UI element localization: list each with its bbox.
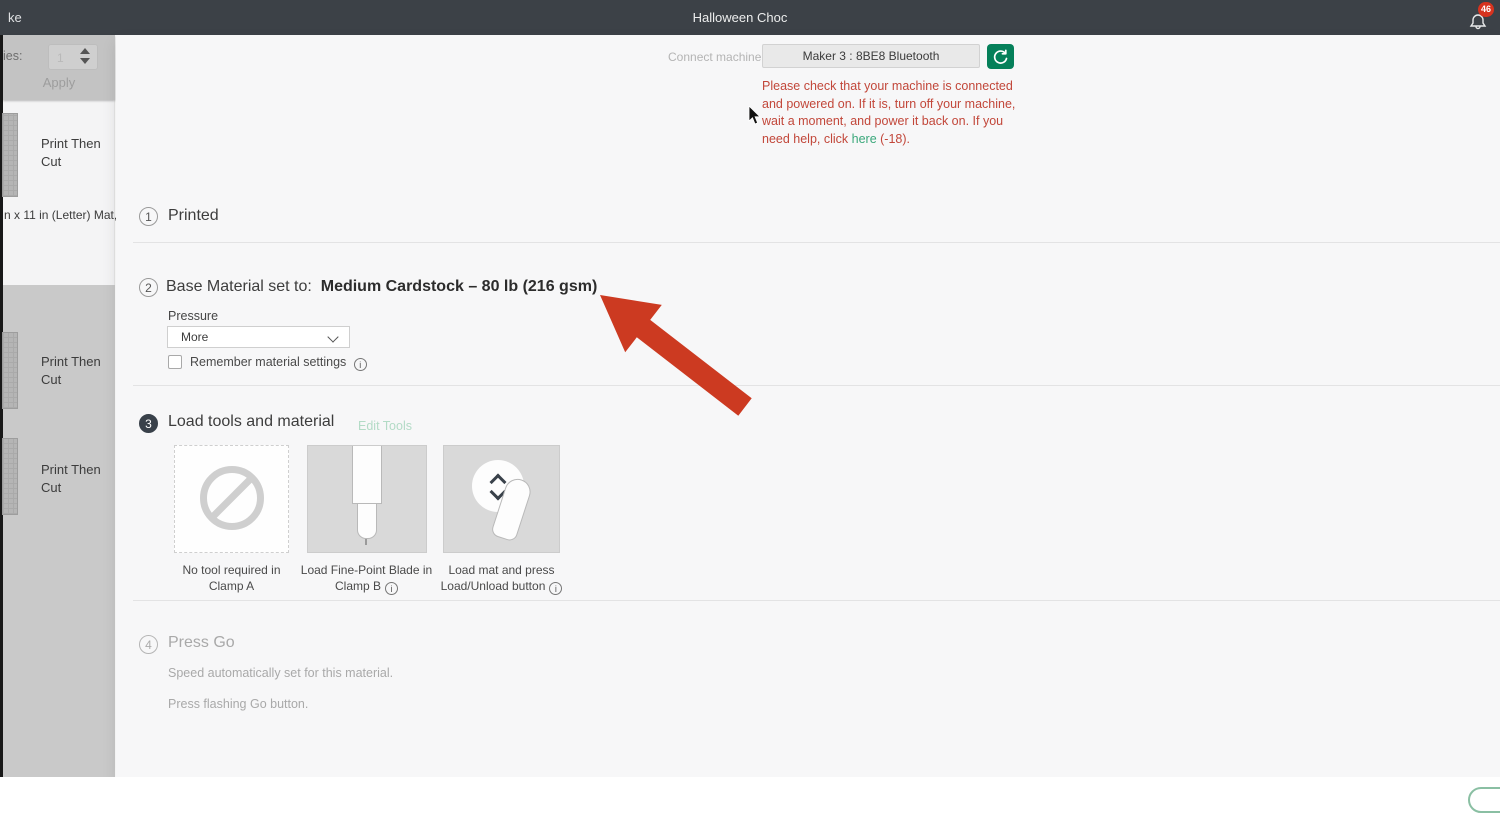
make-panel: Connect machine Maker 3 : 8BE8 Bluetooth…	[116, 35, 1500, 777]
project-sidebar: ies: 1 Apply Print Then Cut n x 11 in (L…	[2, 35, 118, 777]
edit-tools-link[interactable]: Edit Tools	[358, 419, 412, 433]
load-button-tile	[443, 445, 560, 553]
refresh-connection-button[interactable]	[987, 44, 1014, 69]
machine-select-button[interactable]: Maker 3 : 8BE8 Bluetooth	[762, 44, 980, 68]
step1-title: Printed	[168, 207, 219, 224]
section-divider	[133, 600, 1500, 601]
refresh-icon	[993, 49, 1008, 64]
remember-settings-label: Remember material settings i	[190, 355, 367, 371]
info-icon[interactable]: i	[385, 581, 398, 595]
clamp-b-caption: Load Fine-Point Blade in Clamp Bi	[300, 563, 433, 595]
app-window: ke Halloween Choc 46 ies: 1 Apply Print …	[0, 0, 1500, 818]
project-title: Halloween Choc	[692, 10, 788, 25]
pressure-dropdown[interactable]: More	[167, 326, 350, 348]
pressure-label: Pressure	[168, 309, 219, 323]
info-icon[interactable]: i	[549, 581, 563, 595]
info-icon[interactable]: i	[353, 358, 367, 371]
section-divider	[133, 385, 1500, 386]
mat-item-label: Print Then Cut	[41, 462, 101, 495]
stepper-down-icon[interactable]	[80, 58, 90, 64]
apply-button[interactable]: Apply	[3, 75, 115, 90]
selected-material-name: Medium Cardstock – 80 lb (216 gsm)	[320, 278, 598, 295]
connect-machine-label: Connect machine	[668, 50, 762, 64]
load-button-caption: Load mat and press Load/Unload button i	[429, 563, 574, 595]
clamp-a-tile	[174, 445, 289, 553]
top-bar: ke Halloween Choc 46	[0, 0, 1500, 35]
mat-item-label: Print Then Cut	[41, 354, 101, 387]
mat-thumbnail	[2, 332, 18, 409]
step4-number: 4	[139, 635, 158, 654]
fine-point-blade-icon	[352, 446, 382, 504]
mat-thumbnail	[2, 438, 18, 515]
copies-value: 1	[57, 51, 64, 65]
base-material-label: Base Material set to:	[166, 278, 312, 295]
error-code: (-18).	[876, 131, 911, 146]
step4-go-note: Press flashing Go button.	[168, 697, 309, 711]
pressure-value: More	[181, 330, 209, 344]
remember-settings-text: Remember material settings	[190, 355, 347, 369]
copies-label: ies:	[3, 49, 23, 63]
stepper-up-icon[interactable]	[80, 48, 90, 54]
step4-speed-note: Speed automatically set for this materia…	[168, 666, 394, 680]
mat-item-sublabel: n x 11 in (Letter) Mat,	[4, 208, 118, 222]
chevron-down-icon	[327, 331, 339, 343]
step3-number: 3	[139, 414, 158, 433]
clamp-a-caption: No tool required in Clamp A	[182, 563, 281, 593]
mat-list-selected-group: Print Then Cut Print Then Cut	[2, 285, 115, 777]
clamp-b-tile	[307, 445, 427, 553]
copies-panel: ies: 1 Apply	[3, 35, 115, 100]
footer-bar	[0, 777, 1500, 818]
connection-error-message: Please check that your machine is connec…	[762, 78, 1016, 148]
mat-item-label: Print Then Cut	[41, 136, 101, 169]
notification-badge: 46	[1477, 2, 1494, 17]
step2-title: Base Material set to: Medium Cardstock –…	[166, 278, 597, 296]
mat-thumbnail	[2, 113, 18, 197]
copies-stepper[interactable]: 1	[48, 44, 98, 70]
step2-number: 2	[139, 278, 158, 297]
section-divider	[133, 242, 1500, 243]
stepper-arrows[interactable]	[80, 48, 92, 68]
go-button-partial[interactable]	[1468, 787, 1500, 813]
step4-title: Press Go	[168, 634, 235, 651]
no-tool-icon	[200, 466, 264, 530]
help-link[interactable]: here	[852, 132, 877, 146]
notifications-button[interactable]: 46	[1462, 2, 1494, 34]
remember-settings-checkbox[interactable]	[168, 355, 182, 369]
step3-title: Load tools and material	[168, 413, 335, 430]
step1-number: 1	[139, 207, 158, 226]
